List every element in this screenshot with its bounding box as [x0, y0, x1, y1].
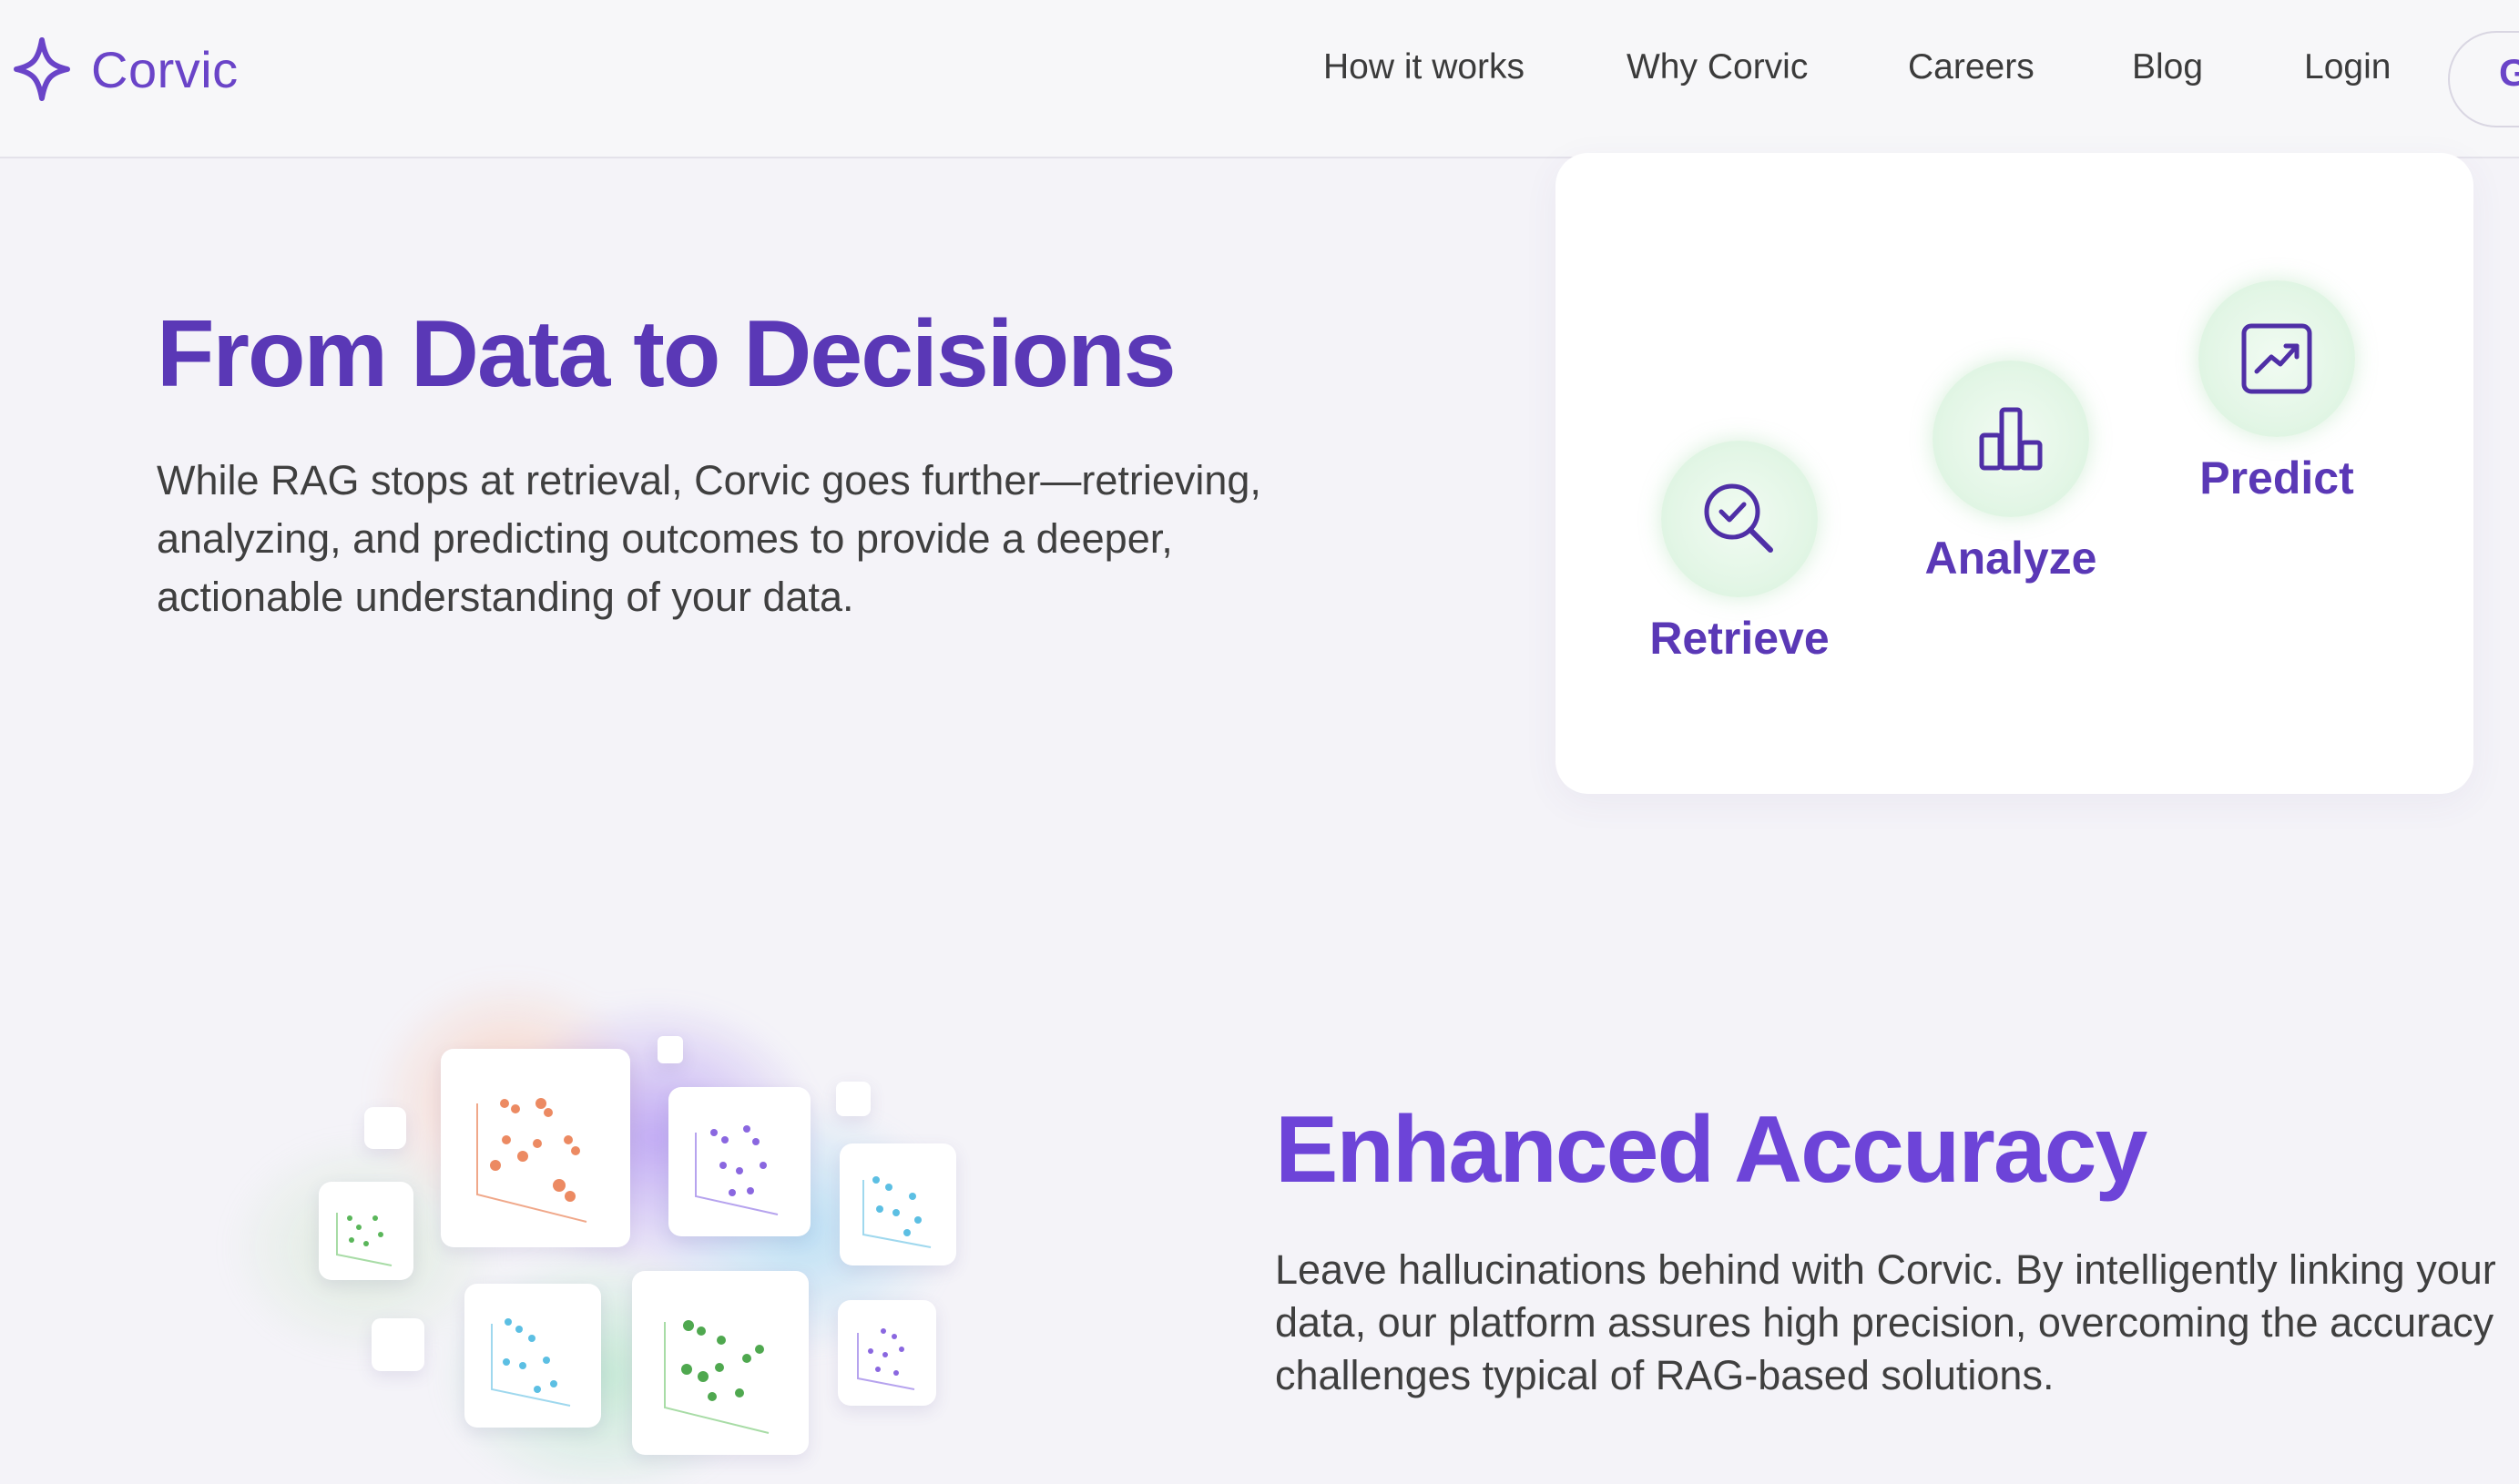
blank-tile — [364, 1107, 406, 1149]
step-analyze-label: Analyze — [1924, 533, 2097, 584]
brand-logo[interactable]: Corvic — [13, 36, 239, 102]
blank-tile — [372, 1318, 424, 1371]
blank-tile — [658, 1036, 683, 1063]
scatter-tile — [840, 1143, 956, 1265]
magnifier-check-icon — [1704, 483, 1773, 553]
nav-why-corvic[interactable]: Why Corvic — [1627, 47, 1808, 87]
brand-name: Corvic — [91, 40, 239, 98]
nav-careers[interactable]: Careers — [1908, 47, 2035, 87]
step-retrieve-circle — [1661, 441, 1818, 597]
nav-blog[interactable]: Blog — [2132, 47, 2203, 87]
section-body-data-to-decisions: While RAG stops at retrieval, Corvic goe… — [157, 457, 1261, 620]
trend-up-icon — [2241, 323, 2312, 394]
scatter-tile — [838, 1300, 936, 1406]
section-body-enhanced-accuracy: Leave hallucinations behind with Corvic.… — [1275, 1246, 2496, 1398]
step-predict-circle — [2198, 280, 2355, 437]
site-header: Corvic How it works Why Corvic Careers B… — [0, 0, 2519, 158]
scatter-tile — [319, 1182, 413, 1280]
step-retrieve: Retrieve — [1648, 441, 1831, 665]
step-analyze-circle — [1933, 361, 2089, 517]
step-retrieve-label: Retrieve — [1649, 613, 1830, 664]
get-started-label: G — [2499, 51, 2519, 95]
section-title-enhanced-accuracy: Enhanced Accuracy — [1275, 1097, 2147, 1203]
scatter-tile — [464, 1284, 601, 1428]
blank-tile — [836, 1082, 871, 1116]
step-predict: Predict — [2186, 280, 2368, 504]
bar-chart-icon — [1979, 407, 2043, 471]
nav-login[interactable]: Login — [2304, 47, 2391, 87]
step-predict-label: Predict — [2199, 452, 2354, 503]
scatter-tile — [668, 1087, 811, 1236]
scatter-tile — [441, 1049, 630, 1247]
section-title-data-to-decisions: From Data to Decisions — [157, 301, 1177, 407]
steps-card: Retrieve Analyze Predict — [1555, 153, 2473, 794]
get-started-button[interactable]: G — [2448, 31, 2519, 127]
corvic-star-icon — [14, 37, 70, 101]
nav-how-it-works[interactable]: How it works — [1323, 47, 1525, 87]
scatter-tiles-illustration — [182, 938, 1093, 1484]
step-analyze: Analyze — [1920, 361, 2102, 584]
scatter-tile — [632, 1271, 809, 1455]
